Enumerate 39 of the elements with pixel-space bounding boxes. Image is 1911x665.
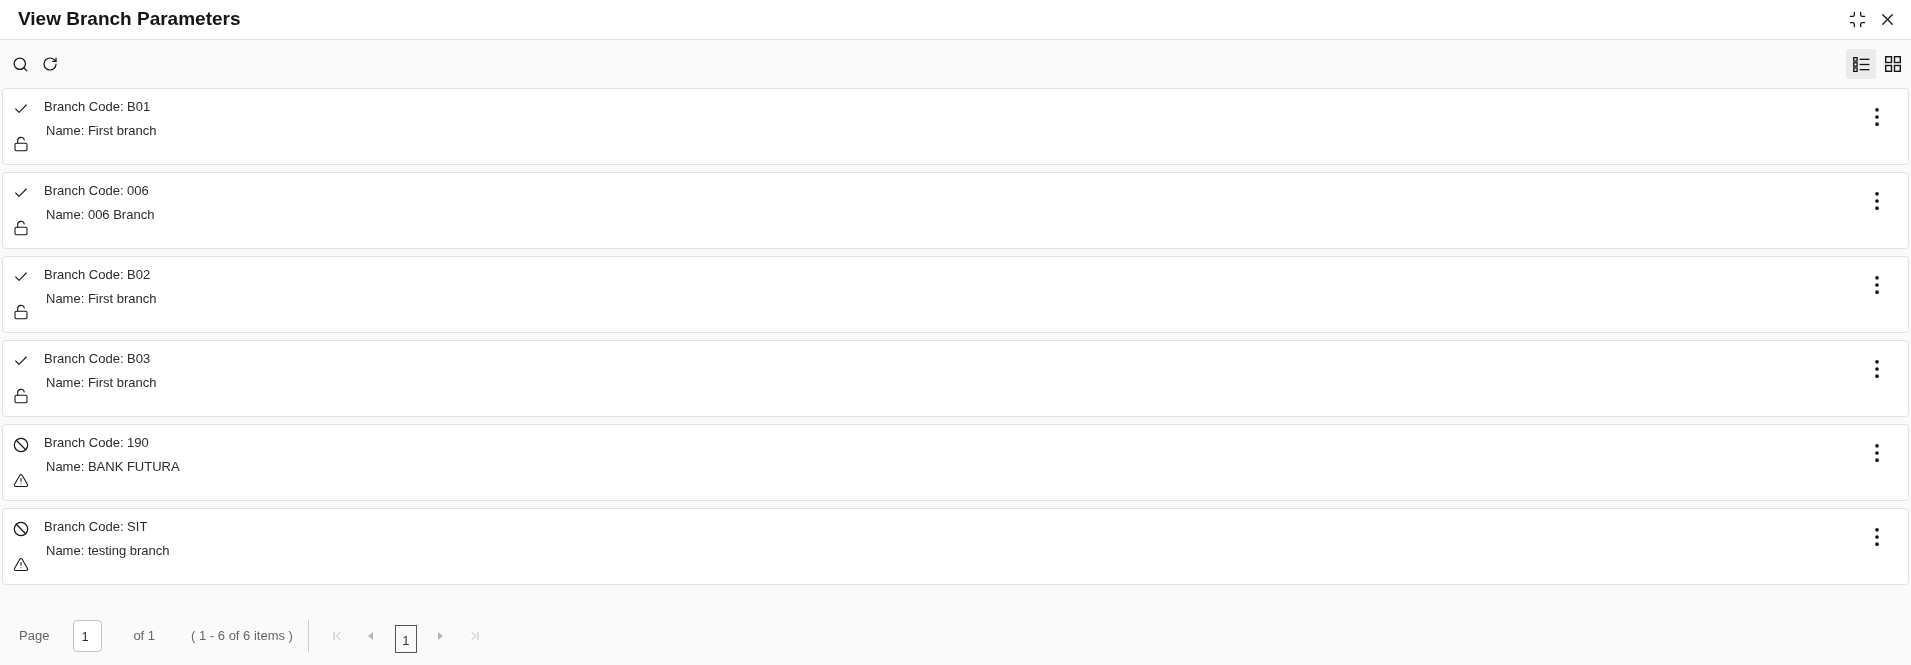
more-options-icon [1875,192,1879,210]
page-input[interactable]: 1 [73,620,103,652]
branch-code: Branch Code: 006 [44,182,150,200]
branch-code: Branch Code: SIT [44,518,149,536]
record-card[interactable]: Branch Code: 006 Name: 006 Branch [2,172,1909,249]
record-card[interactable]: Branch Code: 190 Name: BANK FUTURA [2,424,1909,501]
more-options-icon [1875,276,1879,294]
branch-name: Name: testing branch [46,542,170,560]
branch-code: Branch Code: B02 [44,266,152,284]
page-label: Page [19,627,50,646]
total-pages: of 1 [133,627,156,646]
refresh-icon [42,56,58,72]
record-card[interactable]: Branch Code: B02 Name: First branch [2,256,1909,333]
branch-code: Branch Code: B01 [44,98,152,116]
more-options-icon [1875,360,1879,378]
minimize-button[interactable] [1847,9,1867,30]
more-options-icon [1875,528,1879,546]
next-page-icon [438,632,444,640]
list-view-button[interactable] [1846,49,1876,79]
branch-name: Name: First branch [46,122,157,140]
window-title: View Branch Parameters [18,7,241,32]
record-card[interactable]: Branch Code: SIT Name: testing branch [2,508,1909,585]
item-range: ( 1 - 6 of 6 items ) [191,627,293,646]
grid-view-icon [1885,56,1901,72]
page-number-button[interactable]: 1 [394,625,417,653]
previous-page-icon [368,632,374,640]
branch-name: Name: First branch [46,290,157,308]
more-options-icon [1875,444,1879,462]
list-view-icon [1852,56,1870,72]
record-card[interactable]: Branch Code: B03 Name: First branch [2,340,1909,417]
branch-code: Branch Code: 190 [44,434,150,452]
branch-name: Name: 006 Branch [46,206,155,224]
record-card[interactable]: Branch Code: B01 Name: First branch [2,88,1909,165]
branch-name: Name: BANK FUTURA [46,458,180,476]
search-icon [11,55,29,73]
minimize-icon [1847,10,1867,29]
branch-name: Name: First branch [46,374,157,392]
more-options-icon [1875,108,1879,126]
branch-code: Branch Code: B03 [44,350,152,368]
